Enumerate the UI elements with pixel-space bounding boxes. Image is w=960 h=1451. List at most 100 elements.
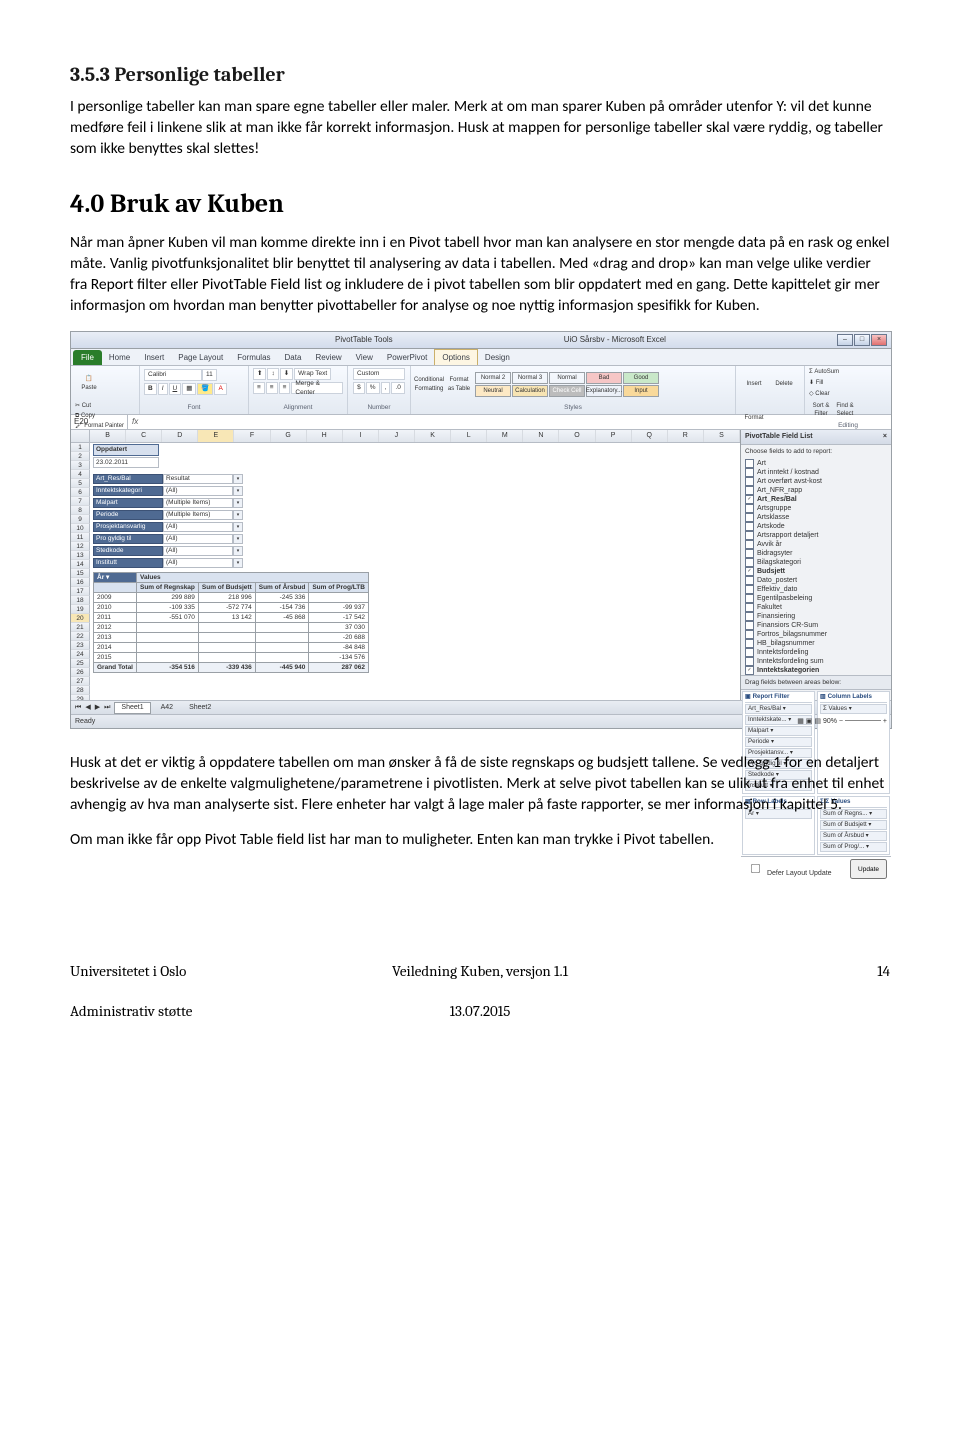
field-list-item[interactable]: Artskode <box>745 522 887 531</box>
checkbox-icon[interactable] <box>745 522 754 531</box>
dropdown-icon[interactable]: ▾ <box>233 522 243 532</box>
pivot-row-label[interactable]: År ▾ <box>94 572 137 582</box>
align-top[interactable]: ⬆ <box>253 368 266 380</box>
pivot-filter-value[interactable]: Resultat <box>163 474 233 484</box>
currency-icon[interactable]: $ <box>353 382 365 394</box>
field-list-item[interactable]: Finansiors CR-Sum <box>745 621 887 630</box>
col-header[interactable]: E <box>198 430 234 442</box>
insert-cells[interactable]: Insert <box>740 368 768 400</box>
col-header[interactable]: J <box>379 430 415 442</box>
dropdown-icon[interactable]: ▾ <box>233 558 243 568</box>
percent-icon[interactable]: % <box>366 382 380 394</box>
checkbox-icon[interactable] <box>745 549 754 558</box>
style-explan[interactable]: Explanatory... <box>586 385 622 397</box>
merge-center[interactable]: Merge & Center <box>291 382 343 394</box>
checkbox-icon[interactable] <box>745 639 754 648</box>
style-normal3[interactable]: Normal 3 <box>512 372 548 384</box>
field-list-item[interactable]: Fortros_bilagsnummer <box>745 630 887 639</box>
field-list-item[interactable]: ✓Inntektskategorien <box>745 666 887 675</box>
col-header[interactable]: P <box>596 430 632 442</box>
field-list-item[interactable]: Inntektsfordeling <box>745 648 887 657</box>
dropdown-icon[interactable]: ▾ <box>233 510 243 520</box>
pivot-filter-value[interactable]: (All) <box>163 558 233 568</box>
checkbox-icon[interactable] <box>745 603 754 612</box>
nav-last-icon[interactable]: ⏭ <box>104 703 110 713</box>
pivot-filter-value[interactable]: (All) <box>163 522 233 532</box>
checkbox-icon[interactable]: ✓ <box>745 495 754 504</box>
conditional-formatting[interactable]: Conditional Formatting <box>415 369 443 401</box>
style-normal[interactable]: Normal <box>549 372 585 384</box>
pivot-table[interactable]: År ▾ Values Sum of Regnskap Sum of Budsj… <box>93 572 369 673</box>
col-header[interactable]: I <box>343 430 379 442</box>
field-list-item[interactable]: Artsklasse <box>745 513 887 522</box>
col-header[interactable]: G <box>271 430 307 442</box>
area-item[interactable]: Periode ▾ <box>745 737 812 747</box>
defer-checkbox[interactable]: Defer Layout Update <box>745 859 832 879</box>
area-item[interactable]: Sum of Budsjett ▾ <box>820 820 887 830</box>
tab-formulas[interactable]: Formulas <box>230 350 277 366</box>
dropdown-icon[interactable]: ▾ <box>233 486 243 496</box>
field-list-item[interactable]: HB_bilagsnummer <box>745 639 887 648</box>
tab-insert[interactable]: Insert <box>137 350 171 366</box>
col-header[interactable]: L <box>451 430 487 442</box>
checkbox-icon[interactable] <box>745 576 754 585</box>
col-header[interactable]: H <box>307 430 343 442</box>
tab-view[interactable]: View <box>349 350 380 366</box>
tab-design[interactable]: Design <box>478 350 517 366</box>
tab-home[interactable]: Home <box>102 350 137 366</box>
tab-options[interactable]: Options <box>434 349 478 366</box>
clear-button[interactable]: ◇ Clear <box>809 390 830 399</box>
tab-powerpivot[interactable]: PowerPivot <box>380 350 434 366</box>
checkbox-icon[interactable] <box>745 486 754 495</box>
view-layout-icon[interactable]: ▣ <box>806 718 813 725</box>
field-list-item[interactable]: Bidragsyter <box>745 549 887 558</box>
fill-button[interactable]: ⬇ Fill <box>809 379 823 388</box>
zoom-level[interactable]: 90% <box>823 718 837 725</box>
inc-dec-icon[interactable]: .0 <box>391 382 404 394</box>
field-list-item[interactable]: Artsgruppe <box>745 504 887 513</box>
zoom-out-icon[interactable]: − <box>839 718 843 725</box>
field-list-item[interactable]: ✓Budsjett <box>745 567 887 576</box>
field-list-item[interactable]: Avvik år <box>745 540 887 549</box>
number-format[interactable]: Custom <box>353 368 405 380</box>
col-header[interactable]: S <box>704 430 740 442</box>
update-button[interactable]: Update <box>850 859 887 879</box>
pivot-filter-value[interactable]: (Multiple Items) <box>163 510 233 520</box>
checkbox-icon[interactable] <box>745 657 754 666</box>
field-list-item[interactable]: Art overført avst-kost <box>745 477 887 486</box>
tab-page-layout[interactable]: Page Layout <box>171 350 230 366</box>
sheet-tab[interactable]: Sheet2 <box>183 703 217 713</box>
format-as-table[interactable]: Format as Table <box>445 369 473 401</box>
tab-data[interactable]: Data <box>278 350 309 366</box>
checkbox-icon[interactable] <box>745 459 754 468</box>
area-item[interactable]: Art_Res/Bal ▾ <box>745 704 812 714</box>
field-list-item[interactable]: Art_NFR_rapp <box>745 486 887 495</box>
area-item[interactable]: Malpart ▾ <box>745 726 812 736</box>
checkbox-icon[interactable] <box>745 558 754 567</box>
field-list-close-icon[interactable]: × <box>883 432 887 442</box>
maximize-icon[interactable]: □ <box>854 334 870 346</box>
tab-review[interactable]: Review <box>308 350 348 366</box>
align-mid[interactable]: ↕ <box>267 368 278 380</box>
zoom-in-icon[interactable]: + <box>883 718 887 725</box>
align-left[interactable]: ≡ <box>253 382 265 394</box>
pivot-filter-value[interactable]: (All) <box>163 546 233 556</box>
dropdown-icon[interactable]: ▾ <box>233 474 243 484</box>
pivot-filter-value[interactable]: (All) <box>163 534 233 544</box>
col-header[interactable]: K <box>415 430 451 442</box>
find-select[interactable]: Find & Select <box>833 400 857 420</box>
col-header[interactable]: N <box>523 430 559 442</box>
align-bot[interactable]: ⬇ <box>280 368 293 380</box>
align-center[interactable]: ≡ <box>266 382 278 394</box>
checkbox-icon[interactable] <box>745 531 754 540</box>
delete-cells[interactable]: Delete <box>770 368 798 400</box>
comma-icon[interactable]: , <box>381 382 391 394</box>
col-header[interactable]: R <box>668 430 704 442</box>
autosum-button[interactable]: Σ AutoSum <box>809 368 839 377</box>
font-name[interactable]: Calibri <box>144 369 202 381</box>
checkbox-icon[interactable] <box>745 612 754 621</box>
checkbox-icon[interactable] <box>745 585 754 594</box>
field-list-item[interactable]: Bilagskategori <box>745 558 887 567</box>
field-list-item[interactable]: Art <box>745 459 887 468</box>
col-header[interactable]: B <box>90 430 126 442</box>
